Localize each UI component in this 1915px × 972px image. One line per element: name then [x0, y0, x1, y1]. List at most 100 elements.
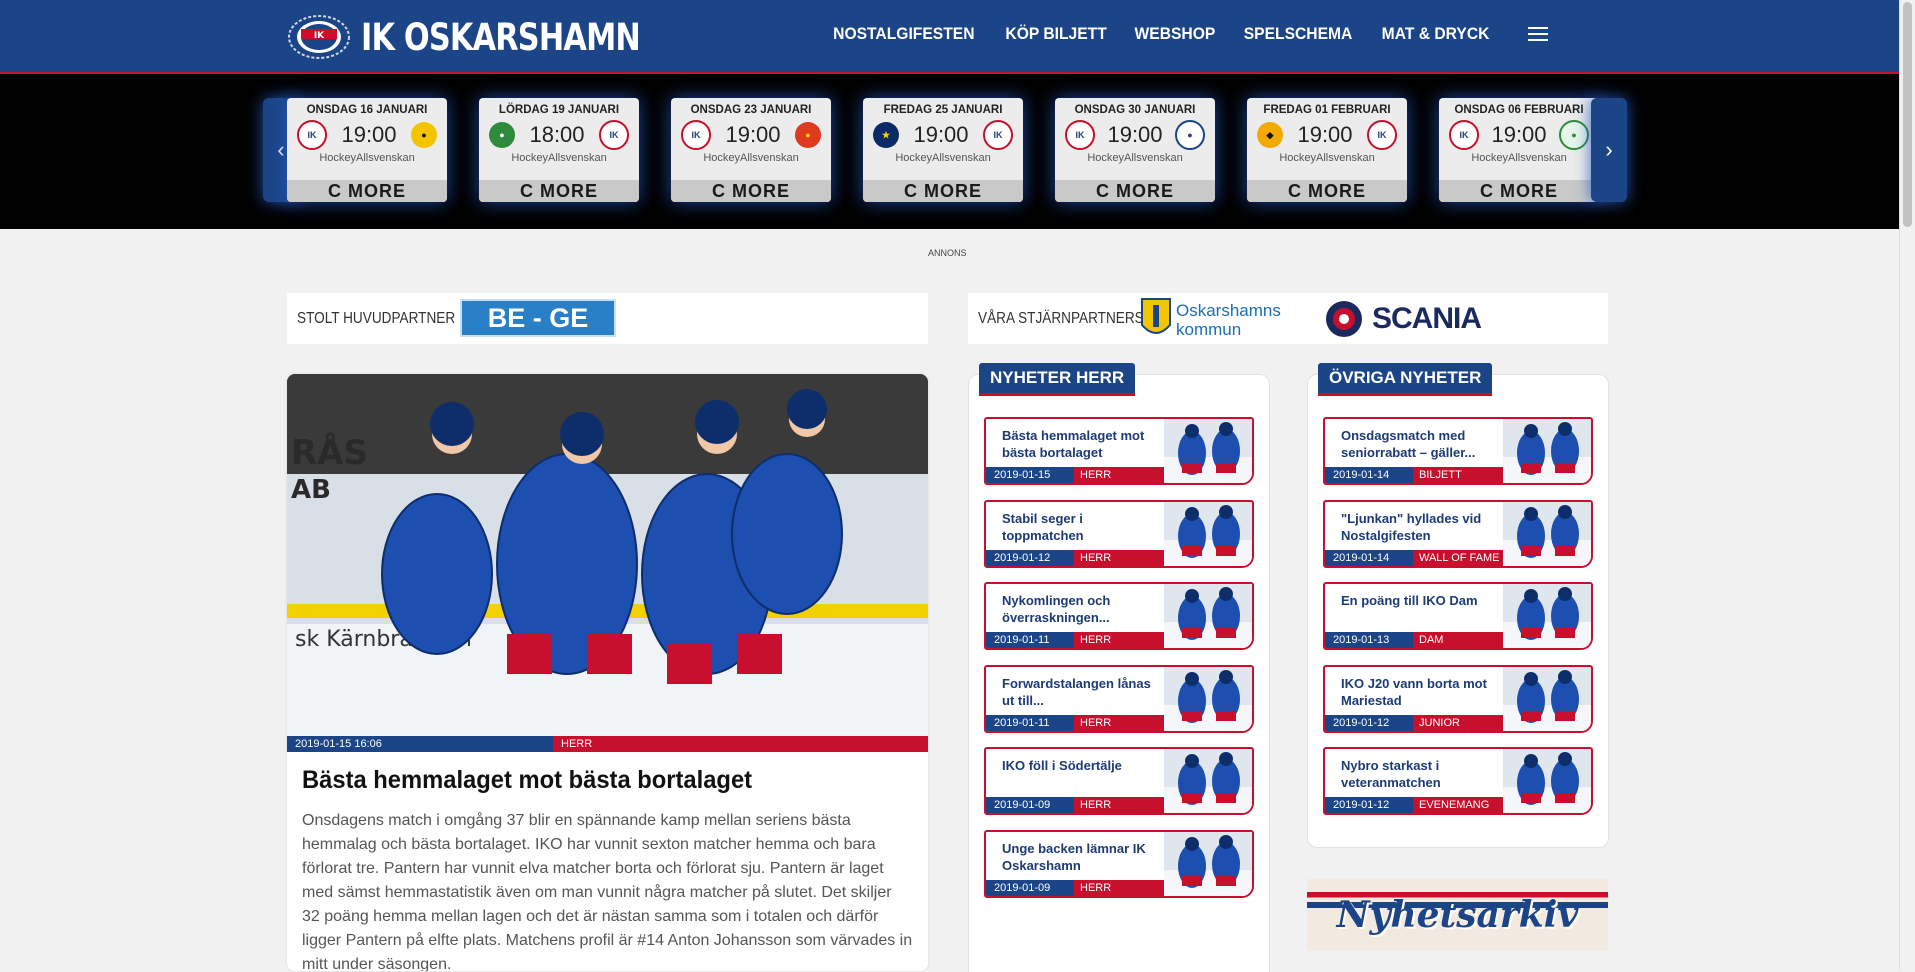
fixture-card[interactable]: ONSDAG 23 JANUARI IK 19:00 ● HockeyAllsv…: [671, 98, 831, 202]
home-team-logo-icon: IK: [1065, 120, 1095, 150]
news-card-title: Nykomlingen och överraskningen...: [1002, 593, 1111, 625]
fixture-card[interactable]: ONSDAG 06 FEBRUARI IK 19:00 ● HockeyAlls…: [1439, 98, 1599, 202]
fixture-date: FREDAG 01 FEBRUARI: [1263, 104, 1391, 116]
news-card-category[interactable]: JUNIOR: [1413, 714, 1503, 731]
page-scrollbar[interactable]: [1899, 0, 1915, 971]
away-team-logo-icon: ●: [1559, 120, 1589, 150]
svg-text:RÅS: RÅS: [291, 432, 368, 473]
fixture-more-button[interactable]: C MORE: [1439, 180, 1599, 202]
news-card-title: En poäng till IKO Dam: [1341, 593, 1478, 608]
fixture-date: ONSDAG 30 JANUARI: [1074, 104, 1196, 116]
fixture-more-button[interactable]: C MORE: [671, 180, 831, 202]
news-card-category[interactable]: WALL OF FAME: [1413, 549, 1503, 566]
star-partners-label: VÅRA STJÄRNPARTNERS: [978, 310, 1144, 327]
news-archive-banner[interactable]: Nyhetsarkiv: [1307, 879, 1608, 951]
news-card-thumbnail: [1503, 666, 1591, 731]
news-card-category[interactable]: HERR: [1074, 714, 1164, 731]
fixture-more-button[interactable]: C MORE: [1055, 180, 1215, 202]
scrollbar-thumb[interactable]: [1903, 2, 1912, 227]
news-card-date: 2019-01-12: [1325, 797, 1413, 813]
fixture-time: 19:00: [1107, 122, 1163, 147]
site-logo[interactable]: IK IK OSKARSHAMN: [287, 14, 701, 60]
fixture-card[interactable]: ONSDAG 30 JANUARI IK 19:00 ● HockeyAllsv…: [1055, 98, 1215, 202]
fixture-more-button[interactable]: C MORE: [287, 180, 447, 202]
away-team-logo-icon: IK: [983, 120, 1013, 150]
news-card-thumbnail: [1164, 831, 1252, 896]
news-archive-label: Nyhetsarkiv: [1336, 894, 1579, 936]
featured-article-meta: 2019-01-15 16:06 HERR: [287, 736, 928, 752]
oskarshamns-kommun-logo[interactable]: Oskarshamns kommun: [1140, 297, 1292, 341]
news-card-thumbnail: [1164, 584, 1252, 648]
news-card-date: 2019-01-15: [986, 467, 1074, 483]
news-card-date: 2019-01-11: [986, 632, 1074, 648]
svg-text:AB: AB: [291, 475, 331, 505]
fixture-card[interactable]: FREDAG 01 FEBRUARI ◆ 19:00 IK HockeyAlls…: [1247, 98, 1407, 202]
news-card-date: 2019-01-14: [1325, 549, 1413, 566]
news-card-meta: 2019-01-12 HERR: [986, 549, 1164, 566]
scania-logo[interactable]: SCANIA: [1324, 299, 1514, 339]
news-card-category[interactable]: HERR: [1074, 797, 1164, 813]
news-card-meta: 2019-01-09 HERR: [986, 797, 1164, 813]
news-card-thumbnail: [1164, 749, 1252, 813]
fixture-league: HockeyAllsvenskan: [895, 152, 991, 164]
news-card[interactable]: Nybro starkast i veteranmatchen 2019-01-1…: [1323, 747, 1593, 815]
news-card-meta: 2019-01-12 JUNIOR: [1325, 714, 1503, 731]
news-card-category[interactable]: BILJETT: [1413, 467, 1503, 483]
featured-article-image[interactable]: RÅS AB sk Kärnbränsleh: [287, 374, 928, 736]
news-card-thumbnail: [1164, 501, 1252, 566]
nav-spelschema[interactable]: SPELSCHEMA: [1244, 24, 1353, 44]
fixtures-carousel: ‹ ONSDAG 16 JANUARI IK 19:00 ● HockeyAll…: [0, 74, 1900, 229]
news-card-meta: 2019-01-13 DAM: [1325, 632, 1503, 648]
fixture-card[interactable]: LÖRDAG 19 JANUARI ● 18:00 IK HockeyAllsv…: [479, 98, 639, 202]
news-card[interactable]: "Ljunkan" hyllades vid Nostalgifesten 201…: [1323, 499, 1593, 568]
ad-label: ANNONS: [928, 248, 967, 258]
news-card[interactable]: IKO föll i Södertälje 2019-01-09 HERR: [984, 747, 1254, 815]
news-card[interactable]: Onsdagsmatch med seniorrabatt – gäller..…: [1323, 417, 1593, 485]
fixture-time: 19:00: [725, 122, 781, 147]
fixture-league: HockeyAllsvenskan: [1279, 152, 1375, 164]
news-card-category[interactable]: EVENEMANG: [1413, 797, 1503, 813]
home-team-logo-icon: IK: [681, 120, 711, 150]
news-card-title: Unge backen lämnar IK Oskarshamn: [1002, 840, 1146, 873]
nav-webshop[interactable]: WEBSHOP: [1134, 24, 1215, 44]
carousel-next-button[interactable]: ›: [1591, 98, 1627, 202]
nav-nostalgifesten[interactable]: NOSTALGIFESTEN: [833, 24, 974, 44]
news-card-thumbnail: [1503, 584, 1591, 648]
news-card-category[interactable]: HERR: [1074, 632, 1164, 648]
fixture-card[interactable]: FREDAG 25 JANUARI ★ 19:00 IK HockeyAllsv…: [863, 98, 1023, 202]
fixture-date: ONSDAG 06 FEBRUARI: [1454, 104, 1584, 116]
news-card-category[interactable]: HERR: [1074, 879, 1164, 896]
nav-mat-dryck[interactable]: MAT & DRYCK: [1382, 24, 1490, 44]
fixture-more-button[interactable]: C MORE: [1247, 180, 1407, 202]
news-card-title: Bästa hemmalaget mot bästa bortalaget: [1002, 428, 1145, 460]
article-date: 2019-01-15 16:06: [287, 736, 553, 752]
news-card-thumbnail: [1503, 501, 1591, 566]
news-card[interactable]: Forwardstalangen lånas ut till... 2019-01…: [984, 664, 1254, 733]
fixture-league: HockeyAllsvenskan: [703, 152, 799, 164]
bege-logo[interactable]: BE - GE: [460, 299, 616, 337]
fixture-more-button[interactable]: C MORE: [479, 180, 639, 202]
featured-article[interactable]: RÅS AB sk Kärnbränsleh 2019-01-15 16:06 …: [287, 374, 928, 971]
fixture-league: HockeyAllsvenskan: [1471, 152, 1567, 164]
news-card[interactable]: En poäng till IKO Dam 2019-01-13 DAM: [1323, 582, 1593, 650]
news-card-category[interactable]: HERR: [1074, 549, 1164, 566]
news-card[interactable]: Stabil seger i toppmatchen 2019-01-12 HERR: [984, 499, 1254, 568]
article-category[interactable]: HERR: [553, 736, 928, 752]
nav-kop-biljett[interactable]: KÖP BILJETT: [1005, 24, 1106, 44]
home-team-logo-icon: ◆: [1257, 122, 1283, 148]
hamburger-menu-icon[interactable]: [1528, 27, 1548, 41]
article-title[interactable]: Bästa hemmalaget mot bästa bortalaget: [302, 766, 882, 795]
news-card[interactable]: Nykomlingen och överraskningen... 2019-01…: [984, 582, 1254, 650]
news-card-thumbnail: [1164, 419, 1252, 483]
news-card-category[interactable]: DAM: [1413, 632, 1503, 648]
news-card[interactable]: IKO J20 vann borta mot Mariestad 2019-01-…: [1323, 664, 1593, 733]
fixture-more-button[interactable]: C MORE: [863, 180, 1023, 202]
away-team-logo-icon: ●: [795, 122, 821, 148]
fixture-time: 19:00: [913, 122, 969, 147]
fixture-card[interactable]: ONSDAG 16 JANUARI IK 19:00 ● HockeyAllsv…: [287, 98, 447, 202]
news-card-title: Forwardstalangen lånas ut till...: [1002, 675, 1151, 708]
news-card-date: 2019-01-14: [1325, 467, 1413, 483]
news-card-category[interactable]: HERR: [1074, 467, 1164, 483]
news-card[interactable]: Bästa hemmalaget mot bästa bortalaget 201…: [984, 417, 1254, 485]
news-card[interactable]: Unge backen lämnar IK Oskarshamn 2019-01-…: [984, 829, 1254, 898]
